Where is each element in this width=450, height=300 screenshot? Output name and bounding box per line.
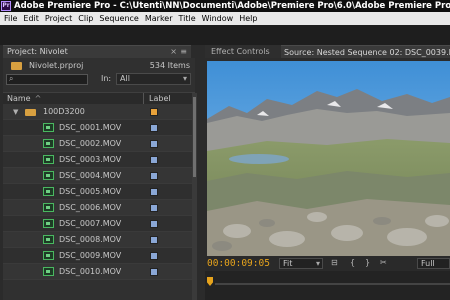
- folder-icon: [25, 109, 36, 116]
- clip-name: DSC_0004.MOV: [59, 171, 122, 180]
- tab-project[interactable]: Project: Nivolet × ≡: [3, 45, 191, 58]
- menu-clip[interactable]: Clip: [75, 12, 96, 25]
- chevron-down-icon: ▾: [315, 259, 320, 268]
- table-row[interactable]: DSC_0002.MOV: [3, 136, 195, 152]
- clip-icon: [43, 235, 54, 244]
- label-swatch[interactable]: [150, 108, 158, 116]
- premiere-app-icon: Pr: [1, 1, 11, 11]
- table-row[interactable]: DSC_0006.MOV: [3, 200, 195, 216]
- clip-name: DSC_0008.MOV: [59, 235, 122, 244]
- video-frame: [207, 61, 450, 256]
- in-dropdown[interactable]: All ▾: [116, 73, 191, 85]
- chevron-down-icon: ▾: [182, 74, 187, 83]
- table-row[interactable]: DSC_0003.MOV: [3, 152, 195, 168]
- table-row[interactable]: DSC_0005.MOV: [3, 184, 195, 200]
- clip-icon: [43, 267, 54, 276]
- playhead-icon[interactable]: [207, 277, 213, 286]
- clip-name: DSC_0009.MOV: [59, 251, 122, 260]
- panel-menu-icon[interactable]: ≡: [180, 46, 187, 58]
- clip-icon: [43, 139, 54, 148]
- time-ruler[interactable]: [205, 271, 450, 300]
- title-bar: Pr Adobe Premiere Pro - C:\Utenti\NN\Doc…: [0, 0, 450, 12]
- menu-window[interactable]: Window: [199, 12, 237, 25]
- clip-name: DSC_0005.MOV: [59, 187, 122, 196]
- item-count: 534 Items: [149, 61, 190, 70]
- menu-file[interactable]: File: [0, 12, 20, 25]
- table-row[interactable]: DSC_0001.MOV: [3, 120, 195, 136]
- search-icon: ⌕: [9, 74, 14, 83]
- zoom-value: Fit: [283, 259, 293, 268]
- timecode-display[interactable]: 00:00:09:05: [207, 258, 270, 269]
- clip-icon: [43, 187, 54, 196]
- clip-name: DSC_0007.MOV: [59, 219, 122, 228]
- label-swatch[interactable]: [150, 156, 158, 164]
- project-tab-label: Project: Nivolet: [7, 47, 68, 56]
- project-scrollbar[interactable]: [192, 93, 197, 300]
- label-swatch[interactable]: [150, 236, 158, 244]
- label-swatch[interactable]: [150, 140, 158, 148]
- close-icon[interactable]: ×: [170, 46, 177, 58]
- table-row[interactable]: DSC_0008.MOV: [3, 232, 195, 248]
- sort-arrow-icon: ^: [34, 94, 42, 103]
- label-swatch[interactable]: [150, 188, 158, 196]
- step-icon[interactable]: ✂: [380, 258, 387, 267]
- in-dropdown-value: All: [120, 74, 130, 83]
- ruler-ticks: [215, 283, 450, 285]
- monitor-tabs: Effect Controls Source: Nested Sequence …: [205, 45, 450, 58]
- bin-row[interactable]: ▼ 100D3200: [3, 104, 195, 120]
- resolution-dropdown[interactable]: Full: [417, 258, 450, 269]
- project-info-row: Nivolet.prproj 534 Items: [3, 60, 195, 72]
- clip-icon: [43, 155, 54, 164]
- project-file-name: Nivolet.prproj: [29, 61, 84, 70]
- table-row[interactable]: DSC_0007.MOV: [3, 216, 195, 232]
- disclosure-triangle-icon[interactable]: ▼: [13, 108, 18, 116]
- clip-icon: [43, 251, 54, 260]
- search-input[interactable]: ⌕: [6, 74, 88, 85]
- label-swatch[interactable]: [150, 220, 158, 228]
- bin-name: 100D3200: [43, 107, 85, 116]
- window-title: Adobe Premiere Pro - C:\Utenti\NN\Docume…: [14, 1, 450, 11]
- in-label: In:: [101, 74, 112, 83]
- clip-icon: [43, 219, 54, 228]
- menu-help[interactable]: Help: [236, 12, 260, 25]
- table-row[interactable]: DSC_0010.MOV: [3, 264, 195, 280]
- column-divider[interactable]: [143, 93, 144, 104]
- clip-name: DSC_0010.MOV: [59, 267, 122, 276]
- label-swatch[interactable]: [150, 204, 158, 212]
- menu-sequence[interactable]: Sequence: [96, 12, 141, 25]
- table-row[interactable]: DSC_0009.MOV: [3, 248, 195, 264]
- tab-effect-controls[interactable]: Effect Controls: [211, 45, 270, 58]
- clip-icon: [43, 171, 54, 180]
- project-bin-icon: [11, 62, 22, 70]
- menu-title[interactable]: Title: [176, 12, 199, 25]
- column-name-header[interactable]: Name ^: [7, 93, 41, 104]
- clip-name: DSC_0002.MOV: [59, 139, 122, 148]
- menu-marker[interactable]: Marker: [142, 12, 176, 25]
- menu-edit[interactable]: Edit: [20, 12, 42, 25]
- tab-source[interactable]: Source: Nested Sequence 02: DSC_0039.MOV…: [281, 45, 450, 58]
- project-panel: Nivolet.prproj 534 Items ⌕ In: All ▾ Nam…: [3, 58, 195, 300]
- label-swatch[interactable]: [150, 172, 158, 180]
- table-row[interactable]: DSC_0004.MOV: [3, 168, 195, 184]
- source-monitor-video[interactable]: [207, 61, 450, 256]
- label-swatch[interactable]: [150, 124, 158, 132]
- resolution-value: Full: [421, 259, 435, 268]
- menu-project[interactable]: Project: [42, 12, 75, 25]
- label-swatch[interactable]: [150, 252, 158, 260]
- clip-name: DSC_0001.MOV: [59, 123, 122, 132]
- clip-icon: [43, 203, 54, 212]
- mark-out-icon[interactable]: }: [365, 258, 370, 267]
- safe-margins-icon[interactable]: ⊟: [331, 258, 338, 267]
- column-label-header[interactable]: Label: [149, 93, 171, 104]
- menu-bar: File Edit Project Clip Sequence Marker Title Wi…: [0, 12, 450, 25]
- clip-name: DSC_0003.MOV: [59, 155, 122, 164]
- scrollbar-thumb[interactable]: [193, 97, 196, 177]
- clip-icon: [43, 123, 54, 132]
- zoom-dropdown[interactable]: Fit ▾: [279, 258, 323, 269]
- clip-name: DSC_0006.MOV: [59, 203, 122, 212]
- label-swatch[interactable]: [150, 268, 158, 276]
- monitor-controls: 00:00:09:05 Fit ▾ ⊟ { } ✂ Full: [205, 256, 450, 271]
- panel-gap: [0, 25, 450, 45]
- mark-in-icon[interactable]: {: [350, 258, 355, 267]
